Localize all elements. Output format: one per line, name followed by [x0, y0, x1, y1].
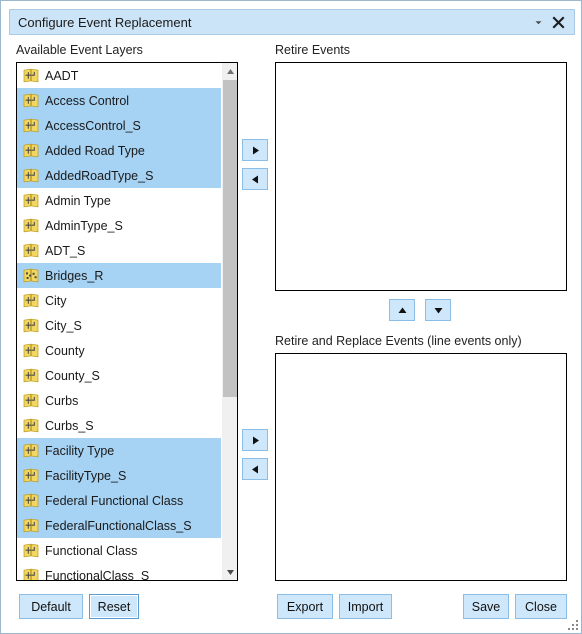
scroll-up-icon[interactable] [222, 63, 237, 79]
line-layer-icon [23, 68, 39, 83]
list-item[interactable]: Bridges_R [17, 263, 222, 288]
list-item-label: AdminType_S [45, 218, 123, 233]
list-item[interactable]: City_S [17, 313, 222, 338]
list-item[interactable]: Admin Type [17, 188, 222, 213]
list-item[interactable]: City [17, 288, 222, 313]
save-button[interactable]: Save [463, 594, 509, 619]
play-left-icon [251, 465, 258, 473]
list-item-label: Admin Type [45, 193, 111, 208]
remove-from-retire-replace-button[interactable] [242, 458, 268, 480]
list-item[interactable]: AddedRoadType_S [17, 163, 222, 188]
play-left-icon [251, 175, 258, 183]
move-down-button[interactable] [425, 299, 451, 321]
list-item-label: City [45, 293, 67, 308]
list-item-label: City_S [45, 318, 82, 333]
line-layer-icon [23, 518, 39, 533]
list-item[interactable]: Federal Functional Class [17, 488, 222, 513]
play-right-icon [252, 436, 259, 444]
line-layer-icon [23, 293, 39, 308]
list-item[interactable]: AccessControl_S [17, 113, 222, 138]
line-layer-icon [23, 168, 39, 183]
triangle-down-icon [434, 307, 442, 313]
list-item[interactable]: Curbs [17, 388, 222, 413]
dialog-window: Configure Event Replacement Available Ev… [0, 0, 582, 634]
dialog-title-bar: Configure Event Replacement [9, 9, 575, 35]
line-layer-icon [23, 368, 39, 383]
list-item[interactable]: County_S [17, 363, 222, 388]
default-button[interactable]: Default [19, 594, 83, 619]
list-item-label: Federal Functional Class [45, 493, 184, 508]
add-to-retire-replace-button[interactable] [242, 429, 268, 451]
move-up-button[interactable] [389, 299, 415, 321]
retire-events-label: Retire Events [275, 43, 351, 57]
import-button[interactable]: Import [339, 594, 392, 619]
line-layer-icon [23, 493, 39, 508]
list-item-label: FacilityType_S [45, 468, 127, 483]
list-item[interactable]: FacilityType_S [17, 463, 222, 488]
line-layer-icon [23, 343, 39, 358]
line-layer-icon [23, 418, 39, 433]
available-list-scrollbar[interactable] [221, 63, 237, 580]
play-right-icon [252, 146, 259, 154]
scrollbar-thumb[interactable] [223, 80, 237, 397]
line-layer-icon [23, 318, 39, 333]
list-item[interactable]: ADT_S [17, 238, 222, 263]
line-layer-icon [23, 443, 39, 458]
list-item-label: Curbs [45, 393, 79, 408]
triangle-up-icon [398, 307, 406, 313]
line-layer-icon [23, 468, 39, 483]
list-item-label: AddedRoadType_S [45, 168, 154, 183]
available-layers-label: Available Event Layers [16, 43, 143, 57]
list-item[interactable]: FederalFunctionalClass_S [17, 513, 222, 538]
line-layer-icon [23, 568, 39, 580]
line-layer-icon [23, 218, 39, 233]
retire-events-list[interactable] [275, 62, 567, 291]
list-item-label: AccessControl_S [45, 118, 141, 133]
line-layer-icon [23, 243, 39, 258]
line-layer-icon [23, 393, 39, 408]
list-item-label: County [45, 343, 85, 358]
line-layer-icon [23, 193, 39, 208]
list-item-label: AADT [45, 68, 79, 83]
list-item[interactable]: Access Control [17, 88, 222, 113]
add-to-retire-button[interactable] [242, 139, 268, 161]
close-button[interactable]: Close [515, 594, 567, 619]
close-icon[interactable] [548, 12, 568, 32]
list-item[interactable]: Facility Type [17, 438, 222, 463]
available-layers-rows: AADT Access Control AccessControl_S Added R… [17, 63, 222, 581]
list-item-label: County_S [45, 368, 100, 383]
list-item[interactable]: Curbs_S [17, 413, 222, 438]
list-item-label: Added Road Type [45, 143, 145, 158]
list-item-label: Curbs_S [45, 418, 94, 433]
reset-button[interactable]: Reset [89, 594, 139, 619]
list-item-label: FederalFunctionalClass_S [45, 518, 192, 533]
list-item[interactable]: Functional Class [17, 538, 222, 563]
list-item[interactable]: Added Road Type [17, 138, 222, 163]
list-item-label: FunctionalClass_S [45, 568, 150, 581]
export-button[interactable]: Export [277, 594, 333, 619]
list-item[interactable]: AdminType_S [17, 213, 222, 238]
remove-from-retire-button[interactable] [242, 168, 268, 190]
list-item[interactable]: County [17, 338, 222, 363]
list-item[interactable]: AADT [17, 63, 222, 88]
line-layer-icon [23, 143, 39, 158]
retire-replace-events-label: Retire and Replace Events (line events o… [275, 334, 522, 348]
list-item-label: Access Control [45, 93, 130, 108]
line-layer-icon [23, 93, 39, 108]
list-item[interactable]: FunctionalClass_S [17, 563, 222, 581]
resize-grip-icon[interactable] [567, 619, 579, 631]
list-item-label: Functional Class [45, 543, 138, 558]
retire-replace-events-list[interactable] [275, 353, 567, 581]
dialog-title: Configure Event Replacement [18, 14, 192, 30]
available-event-layers-list[interactable]: AADT Access Control AccessControl_S Added R… [16, 62, 238, 581]
chevron-down-icon[interactable] [528, 12, 548, 32]
scroll-down-icon[interactable] [222, 564, 237, 580]
line-layer-icon [23, 118, 39, 133]
list-item-label: Facility Type [45, 443, 115, 458]
line-layer-icon [23, 543, 39, 558]
list-item-label: Bridges_R [45, 268, 104, 283]
point-layer-icon [23, 268, 39, 283]
list-item-label: ADT_S [45, 243, 86, 258]
